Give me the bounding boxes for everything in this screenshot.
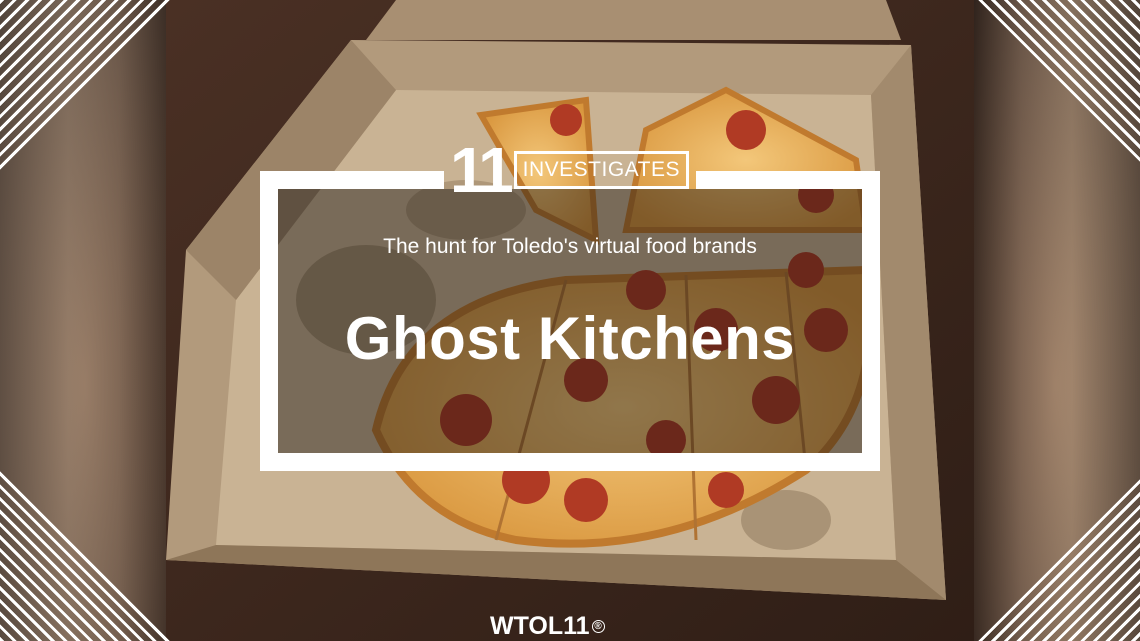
story-headline: Ghost Kitchens xyxy=(344,305,796,372)
title-card: 11 INVESTIGATES The hunt for Toledo's vi… xyxy=(260,138,880,471)
investigates-logo: 11 INVESTIGATES xyxy=(450,135,690,205)
news-thumbnail: 11 INVESTIGATES The hunt for Toledo's vi… xyxy=(0,0,1140,641)
station-watermark: WTOL11 ® xyxy=(490,612,605,641)
watermark-text: WTOL11 xyxy=(490,612,590,640)
story-subtitle: The hunt for Toledo's virtual food brand… xyxy=(383,235,757,258)
frame-top-left-segment xyxy=(260,171,444,189)
registered-mark-icon: ® xyxy=(591,620,605,633)
frame-top-right-segment xyxy=(696,171,880,189)
logo-word: INVESTIGATES xyxy=(513,151,689,189)
logo-number: 11 xyxy=(450,134,514,206)
